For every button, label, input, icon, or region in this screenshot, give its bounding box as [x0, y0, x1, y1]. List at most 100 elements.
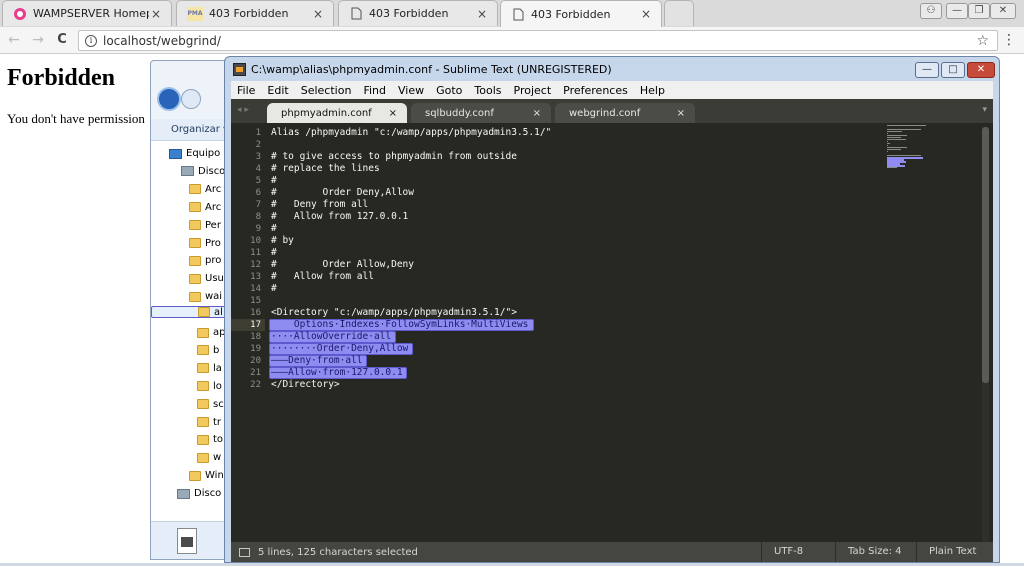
minimize-button[interactable]: —	[946, 3, 968, 19]
code-line: ———Deny·from·all	[271, 355, 363, 366]
tab-webgrind-conf[interactable]: webgrind.conf ×	[555, 103, 695, 123]
minimap-line	[887, 155, 922, 156]
tree-item[interactable]: Arc	[151, 181, 229, 198]
profile-button[interactable]: ⚇	[920, 3, 942, 19]
info-icon[interactable]: i	[85, 34, 97, 47]
tree-item-label: wai	[205, 291, 223, 303]
browser-tab-403-active[interactable]: 403 Forbidden ×	[500, 0, 662, 27]
restore-button[interactable]: ❐	[968, 3, 990, 19]
minimap-line	[887, 131, 903, 132]
tab-scroll-arrows[interactable]: ◂ ▸	[237, 105, 249, 115]
encoding-selector[interactable]: UTF-8	[761, 542, 815, 562]
back-icon[interactable]	[157, 87, 181, 111]
chevron-down-icon[interactable]: ▾	[982, 105, 987, 115]
tab-phpmyadmin-conf[interactable]: phpmyadmin.conf ×	[267, 103, 407, 123]
tree-item[interactable]: al	[151, 306, 229, 319]
close-icon[interactable]: ×	[639, 7, 653, 21]
line-number: 16	[250, 308, 261, 318]
tree-item[interactable]: wai	[151, 288, 229, 305]
browser-tab-403-a[interactable]: 403 Forbidden ×	[338, 0, 498, 26]
menu-item-view[interactable]: View	[392, 84, 430, 97]
folder-icon	[197, 345, 209, 356]
tree-item[interactable]: Usu	[151, 270, 229, 287]
browser-tab-403-pma[interactable]: PMA 403 Forbidden ×	[176, 0, 334, 26]
computer-icon	[169, 148, 182, 159]
tab-size-selector[interactable]: Tab Size: 4	[835, 542, 914, 562]
tree-item-label: Arc	[205, 183, 222, 195]
folder-icon	[197, 452, 209, 463]
sublime-minimize-button[interactable]: —	[915, 62, 939, 78]
menu-item-edit[interactable]: Edit	[261, 84, 294, 97]
tree-item[interactable]: tr	[151, 414, 229, 431]
menu-item-project[interactable]: Project	[508, 84, 558, 97]
menu-item-file[interactable]: File	[231, 84, 261, 97]
menu-item-find[interactable]: Find	[357, 84, 392, 97]
panel-toggle-icon[interactable]	[239, 547, 250, 557]
minimap[interactable]	[887, 125, 981, 195]
back-icon[interactable]: ←	[6, 32, 22, 48]
tree-item-label: w	[213, 452, 222, 464]
tree-item[interactable]: Equipo	[151, 145, 229, 162]
minimap-line	[887, 129, 922, 130]
forward-icon[interactable]	[181, 89, 201, 109]
close-icon[interactable]: ×	[311, 7, 325, 21]
menu-item-tools[interactable]: Tools	[468, 84, 507, 97]
tab-sqlbuddy-conf[interactable]: sqlbuddy.conf ×	[411, 103, 551, 123]
new-tab-button[interactable]	[664, 0, 694, 26]
tree-item[interactable]: Arc	[151, 199, 229, 216]
close-icon[interactable]: ×	[149, 7, 163, 21]
tree-item[interactable]: sc	[151, 396, 229, 413]
close-icon[interactable]: ×	[677, 108, 685, 119]
browser-tab-wampserver[interactable]: WAMPSERVER Homepag ×	[2, 0, 172, 26]
tree-item[interactable]: Pro	[151, 235, 229, 252]
close-icon[interactable]: ×	[475, 7, 489, 21]
code-editor[interactable]: Alias /phpmyadmin "c:/wamp/apps/phpmyadm…	[265, 123, 915, 542]
line-number: 15	[250, 296, 261, 306]
close-icon[interactable]: ×	[389, 108, 397, 119]
folder-icon	[197, 399, 209, 410]
line-number: 7	[255, 200, 261, 210]
sublime-maximize-button[interactable]: □	[941, 62, 965, 78]
menu-item-selection[interactable]: Selection	[295, 84, 358, 97]
code-line: # to give access to phpmyadmin from outs…	[271, 151, 517, 162]
star-icon[interactable]: ☆	[976, 33, 989, 49]
folder-icon	[198, 307, 210, 318]
tree-item[interactable]: Disco	[151, 163, 229, 180]
drive-icon	[181, 166, 194, 177]
menu-icon[interactable]: ⋮	[1002, 32, 1016, 48]
tab-label: webgrind.conf	[569, 107, 641, 119]
line-number: 4	[255, 164, 261, 174]
reload-icon[interactable]: C	[54, 32, 70, 48]
folder-icon	[189, 238, 201, 248]
window-title: C:\wamp\alias\phpmyadmin.conf - Sublime …	[251, 62, 612, 76]
folder-icon	[189, 184, 201, 195]
scrollbar-thumb[interactable]	[982, 127, 989, 383]
menu-item-goto[interactable]: Goto	[430, 84, 468, 97]
tree-item[interactable]: w	[151, 449, 229, 466]
tree-item[interactable]: la	[151, 360, 229, 377]
sublime-close-button[interactable]: ✕	[967, 62, 995, 78]
line-number: 17	[231, 319, 265, 331]
syntax-selector[interactable]: Plain Text	[916, 542, 993, 562]
menu-item-preferences[interactable]: Preferences	[557, 84, 634, 97]
forward-icon[interactable]: →	[30, 32, 46, 48]
tree-item[interactable]: lo	[151, 378, 229, 395]
vertical-scrollbar[interactable]	[982, 127, 989, 543]
tree-item[interactable]: Per	[151, 217, 229, 234]
address-bar[interactable]: i localhost/webgrind/ ☆	[78, 30, 998, 51]
tree-item[interactable]: pro	[151, 252, 229, 269]
window-close-button[interactable]: ✕	[990, 3, 1016, 19]
tree-item[interactable]: ap	[151, 324, 229, 341]
close-icon[interactable]: ×	[533, 108, 541, 119]
menu-item-help[interactable]: Help	[634, 84, 671, 97]
tree-item[interactable]: Disco	[151, 485, 229, 502]
browser-tab-label: WAMPSERVER Homepag	[33, 7, 149, 20]
tree-item-label: b	[213, 344, 220, 356]
organize-button[interactable]: Organizar ▾	[151, 119, 229, 141]
minimap-line	[887, 125, 927, 126]
tree-item[interactable]: Win	[151, 467, 229, 484]
tree-item[interactable]: to	[151, 431, 229, 448]
code-line: # Order Allow,Deny	[271, 259, 414, 270]
tree-item[interactable]: b	[151, 342, 229, 359]
tree-item-label: la	[213, 362, 222, 374]
